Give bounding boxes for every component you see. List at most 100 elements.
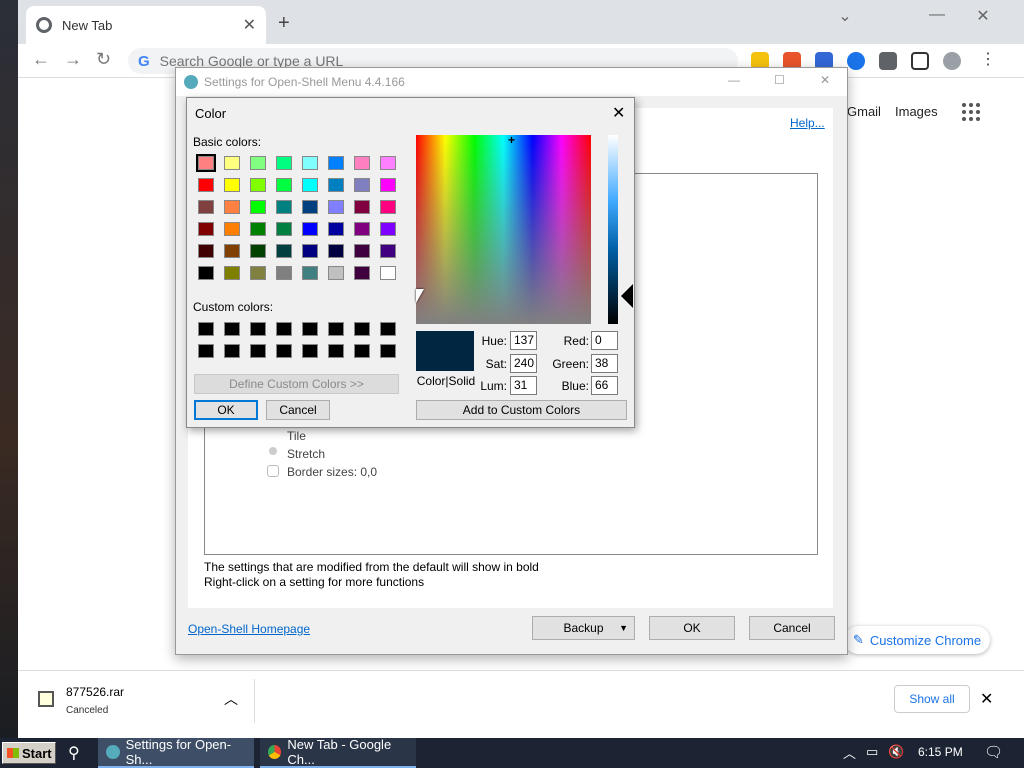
customize-chrome-button[interactable]: ✎ Customize Chrome bbox=[844, 626, 990, 654]
start-button[interactable]: Start bbox=[2, 742, 56, 764]
menu-icon[interactable]: ⋮ bbox=[980, 49, 996, 69]
custom-color-swatch[interactable] bbox=[276, 322, 292, 336]
custom-color-swatch[interactable] bbox=[380, 344, 396, 358]
basic-color-swatch[interactable] bbox=[354, 244, 370, 258]
basic-color-swatch[interactable] bbox=[302, 156, 318, 170]
custom-color-swatch[interactable] bbox=[250, 344, 266, 358]
tab-search-icon[interactable]: ⌄ bbox=[822, 6, 868, 26]
add-to-custom-colors-button[interactable]: Add to Custom Colors bbox=[416, 400, 627, 420]
basic-color-swatch[interactable] bbox=[198, 178, 214, 192]
custom-color-swatch[interactable] bbox=[328, 322, 344, 336]
basic-color-swatch[interactable] bbox=[276, 266, 292, 280]
blue-field[interactable]: 66 bbox=[591, 376, 618, 395]
gmail-link[interactable]: Gmail bbox=[847, 104, 881, 119]
chevron-up-icon[interactable]: ︿ bbox=[843, 743, 856, 762]
basic-color-swatch[interactable] bbox=[224, 178, 240, 192]
download-filename[interactable]: 877526.rar bbox=[66, 685, 124, 699]
luminance-slider[interactable] bbox=[608, 135, 618, 324]
basic-color-swatch[interactable] bbox=[198, 266, 214, 280]
search-icon[interactable]: ⚲ bbox=[68, 743, 80, 763]
option-tile[interactable]: Tile bbox=[287, 429, 306, 443]
red-field[interactable]: 0 bbox=[591, 331, 618, 350]
basic-color-swatch[interactable] bbox=[328, 156, 344, 170]
basic-color-swatch[interactable] bbox=[250, 266, 266, 280]
basic-color-swatch[interactable] bbox=[250, 244, 266, 258]
basic-color-swatch[interactable] bbox=[224, 200, 240, 214]
forward-icon[interactable]: → bbox=[64, 49, 82, 70]
backup-button[interactable]: Backup ▼ bbox=[532, 616, 635, 640]
basic-color-swatch[interactable] bbox=[302, 200, 318, 214]
lum-field[interactable]: 31 bbox=[510, 376, 537, 395]
hue-field[interactable]: 137 bbox=[510, 331, 537, 350]
close-tab-icon[interactable]: ✕ bbox=[243, 15, 256, 35]
basic-color-swatch[interactable] bbox=[198, 200, 214, 214]
ok-button[interactable]: OK bbox=[194, 400, 258, 420]
volume-muted-icon[interactable]: 🔇 bbox=[888, 744, 904, 760]
basic-color-swatch[interactable] bbox=[276, 200, 292, 214]
apps-icon[interactable] bbox=[962, 103, 980, 121]
notifications-icon[interactable]: 🗨 bbox=[984, 743, 1003, 761]
custom-color-swatch[interactable] bbox=[198, 344, 214, 358]
basic-color-swatch[interactable] bbox=[250, 178, 266, 192]
basic-color-swatch[interactable] bbox=[302, 178, 318, 192]
custom-color-swatch[interactable] bbox=[250, 322, 266, 336]
close-window-button[interactable]: ✕ bbox=[960, 6, 1006, 26]
color-spectrum[interactable]: + bbox=[416, 133, 591, 324]
taskbar-item-chrome[interactable]: New Tab - Google Ch... bbox=[260, 737, 416, 768]
basic-color-swatch[interactable] bbox=[224, 156, 240, 170]
basic-color-swatch[interactable] bbox=[196, 154, 216, 172]
custom-color-swatch[interactable] bbox=[328, 344, 344, 358]
basic-color-swatch[interactable] bbox=[224, 266, 240, 280]
basic-color-swatch[interactable] bbox=[276, 222, 292, 236]
custom-color-swatch[interactable] bbox=[198, 322, 214, 336]
side-panel-icon[interactable] bbox=[911, 52, 929, 70]
basic-color-swatch[interactable] bbox=[198, 244, 214, 258]
chevron-up-icon[interactable]: ︿ bbox=[224, 689, 238, 709]
basic-color-swatch[interactable] bbox=[328, 266, 344, 280]
homepage-link[interactable]: Open-Shell Homepage bbox=[188, 622, 310, 636]
minimize-button[interactable]: — bbox=[728, 73, 740, 87]
reload-icon[interactable]: ↻ bbox=[96, 49, 111, 70]
basic-color-swatch[interactable] bbox=[380, 222, 396, 236]
cancel-button[interactable]: Cancel bbox=[266, 400, 330, 420]
clock[interactable]: 6:15 PM bbox=[918, 745, 963, 759]
custom-color-swatch[interactable] bbox=[302, 344, 318, 358]
back-icon[interactable]: ← bbox=[32, 49, 50, 70]
basic-color-swatch[interactable] bbox=[380, 266, 396, 280]
network-icon[interactable]: ▭ bbox=[866, 744, 878, 760]
basic-color-swatch[interactable] bbox=[354, 200, 370, 214]
basic-color-swatch[interactable] bbox=[302, 244, 318, 258]
radio-icon[interactable] bbox=[269, 447, 277, 455]
basic-color-swatch[interactable] bbox=[276, 156, 292, 170]
new-tab-button[interactable]: + bbox=[278, 12, 290, 35]
basic-color-swatch[interactable] bbox=[224, 244, 240, 258]
close-button[interactable]: ✕ bbox=[820, 73, 830, 87]
basic-color-swatch[interactable] bbox=[354, 178, 370, 192]
custom-color-swatch[interactable] bbox=[354, 344, 370, 358]
basic-color-swatch[interactable] bbox=[250, 222, 266, 236]
profile-avatar[interactable] bbox=[943, 52, 961, 70]
basic-color-swatch[interactable] bbox=[328, 244, 344, 258]
luminance-arrow-icon[interactable] bbox=[621, 284, 633, 308]
basic-color-swatch[interactable] bbox=[276, 244, 292, 258]
minimize-button[interactable]: — bbox=[914, 6, 960, 24]
basic-color-swatch[interactable] bbox=[354, 156, 370, 170]
help-link[interactable]: Help... bbox=[790, 116, 825, 130]
basic-color-swatch[interactable] bbox=[302, 266, 318, 280]
basic-color-swatch[interactable] bbox=[380, 200, 396, 214]
custom-color-swatch[interactable] bbox=[302, 322, 318, 336]
basic-color-swatch[interactable] bbox=[302, 222, 318, 236]
basic-color-swatch[interactable] bbox=[250, 156, 266, 170]
basic-color-swatch[interactable] bbox=[276, 178, 292, 192]
images-link[interactable]: Images bbox=[895, 104, 938, 119]
basic-color-swatch[interactable] bbox=[380, 156, 396, 170]
extension-icon[interactable] bbox=[847, 52, 865, 70]
option-border-sizes[interactable]: Border sizes: 0,0 bbox=[287, 465, 377, 479]
custom-color-swatch[interactable] bbox=[354, 322, 370, 336]
close-icon[interactable]: ✕ bbox=[612, 103, 625, 123]
basic-color-swatch[interactable] bbox=[198, 222, 214, 236]
basic-color-swatch[interactable] bbox=[328, 200, 344, 214]
close-download-bar-icon[interactable]: ✕ bbox=[980, 689, 993, 709]
green-field[interactable]: 38 bbox=[591, 354, 618, 373]
ok-button[interactable]: OK bbox=[649, 616, 735, 640]
